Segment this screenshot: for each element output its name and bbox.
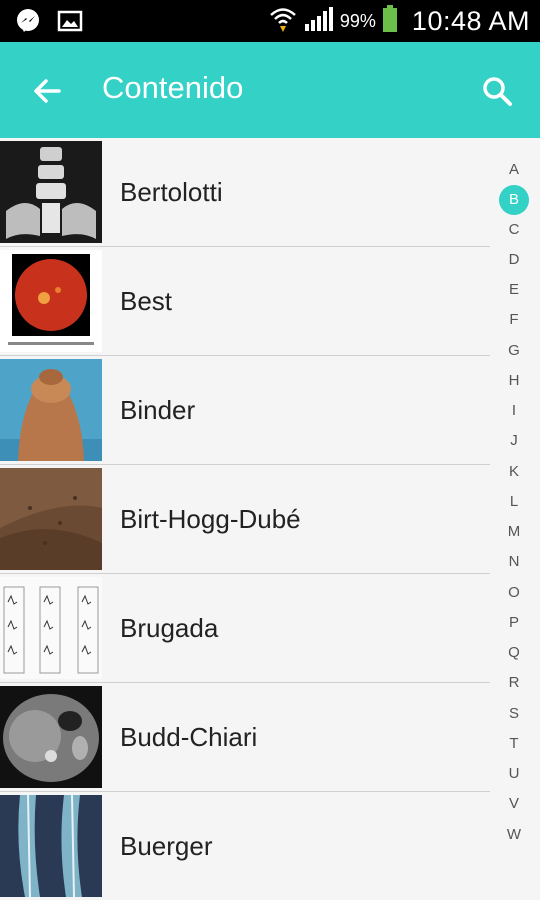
app-toolbar: Contenido [0,42,540,138]
gallery-icon [56,7,84,35]
messenger-icon [14,7,42,35]
index-letter-active[interactable]: B [494,185,534,215]
index-letter[interactable]: G [494,336,534,366]
thumbnail-image [0,141,102,243]
thumbnail-image [0,795,102,897]
item-label: Budd-Chiari [120,721,258,752]
index-letter[interactable]: N [494,547,534,577]
wifi-icon [268,5,298,38]
arrow-left-icon [34,79,61,103]
item-label: Birt-Hogg-Dubé [120,503,301,534]
index-letter[interactable]: I [494,396,534,426]
index-letter[interactable]: V [494,789,534,819]
list-item[interactable]: Buerger [0,792,490,900]
index-letter[interactable]: K [494,457,534,487]
battery-percent: 99% [339,10,376,31]
index-letter[interactable]: D [494,245,534,275]
thumbnail-image [0,359,102,461]
list-item[interactable]: Budd-Chiari [0,683,490,791]
index-letter[interactable]: M [494,517,534,547]
back-button[interactable] [24,68,70,114]
item-label: Brugada [120,612,219,643]
index-letter[interactable]: T [494,729,534,759]
list-item[interactable]: Best [0,247,490,355]
index-letter[interactable]: A [494,155,534,185]
index-letter[interactable]: H [494,366,534,396]
search-icon [483,77,512,106]
item-label: Best [120,285,173,316]
index-letter[interactable]: O [494,578,534,608]
clock: 10:48 AM [411,5,530,36]
status-bar: 99% 10:48 AM [0,0,540,42]
item-label: Buerger [120,830,213,861]
thumbnail-image [0,250,102,352]
index-letter[interactable]: W [494,820,534,850]
battery-icon [382,4,398,38]
page-title: Contenido [102,70,244,105]
list-item[interactable]: Birt-Hogg-Dubé [0,465,490,573]
item-label: Binder [120,394,196,425]
index-letter[interactable]: L [494,487,534,517]
thumbnail-image [0,686,102,788]
index-letter[interactable]: Q [494,638,534,668]
item-label: Bertolotti [120,176,223,207]
index-letter[interactable]: J [494,426,534,456]
index-letter[interactable]: S [494,699,534,729]
list-item[interactable]: Bertolotti [0,138,490,246]
index-letter[interactable]: E [494,275,534,305]
signal-icon [304,6,334,37]
thumbnail-image [0,468,102,570]
list-item[interactable]: Brugada [0,574,490,682]
index-letter[interactable]: R [494,668,534,698]
thumbnail-image [0,577,102,679]
index-letter[interactable]: U [494,759,534,789]
content-list: Bertolotti Best Binder Birt-Hogg-Dubé Br… [0,138,490,900]
search-button[interactable] [474,68,520,114]
index-letter[interactable]: P [494,608,534,638]
index-letter[interactable]: F [494,305,534,335]
index-letter[interactable]: C [494,215,534,245]
list-item[interactable]: Binder [0,356,490,464]
